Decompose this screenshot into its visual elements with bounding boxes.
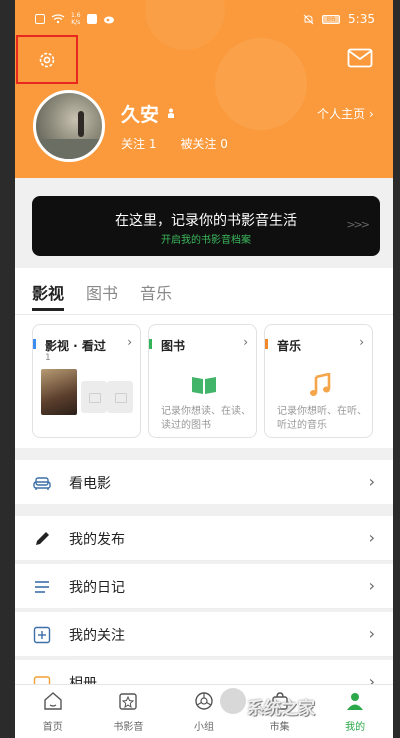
divider [69,560,393,561]
nav-label: 我的 [345,722,366,733]
status-bar: 1.6 K/s 86 5:35 [15,0,393,36]
star-box-icon [119,693,138,710]
divider [69,656,393,657]
card-description: 记录你想听、在听、听过的音乐 [277,406,367,431]
plus-box-icon [33,626,51,644]
profile-header: 1.6 K/s 86 5:35 久安 个人主页 › 关注 1 被关注 0 [15,0,393,178]
list-item-label: 我的日记 [69,580,125,596]
card-count: 1 [45,353,51,363]
sim-icon [35,14,45,24]
placeholder-icon [107,381,133,413]
following-count[interactable]: 关注 1 [121,135,156,152]
battery-icon: 86 [322,14,341,24]
banner-arrows: >>> [346,218,370,231]
messages-button[interactable] [345,45,375,71]
tab-indicator [32,308,64,311]
card-title: 影视 · 看过 [45,339,106,353]
username: 久安 [121,104,160,126]
card-books[interactable]: 图书 › 记录你想读、在读、读过的图书 [148,324,257,438]
chevron-right-icon: › [368,528,375,547]
list-item-my-posts[interactable]: 我的发布 › [15,516,393,560]
group-icon [195,692,213,710]
tab-movies[interactable]: 影视 [32,280,64,304]
movie-poster[interactable] [41,369,77,415]
list-item-my-diary[interactable]: 我的日记 › [15,564,393,608]
chevron-right-icon: › [368,624,375,643]
banner-subtitle: 开启我的书影音档案 [161,235,251,246]
nav-media[interactable]: 书影音 [91,685,167,738]
accent-bar [149,339,152,349]
bottom-nav: 首页 书影音 小组 市集 我的 [15,684,393,738]
network-speed: 1.6 K/s [71,12,81,26]
nav-home[interactable]: 首页 [15,685,91,738]
nav-label: 书影音 [113,722,144,733]
settings-button[interactable] [16,35,78,84]
homepage-link[interactable]: 个人主页 › [317,105,374,122]
list-item-label: 看电影 [69,476,111,492]
watermark-text: 系统之家 [247,699,315,719]
media-tabs: 影视 图书 音乐 [32,280,172,304]
card-description: 记录你想读、在读、读过的图书 [161,406,251,431]
chevron-right-icon: › [127,335,132,349]
lines-icon [35,581,49,593]
header-decor [215,38,307,130]
chevron-right-icon: › [368,472,375,491]
tab-music[interactable]: 音乐 [140,280,172,304]
sofa-icon [33,477,51,490]
media-cards: 影视 · 看过 › 1 图书 › 记录你想读、在读、读过的图书 音乐 › 记录你… [32,324,373,438]
card-music[interactable]: 音乐 › 记录你想听、在听、听过的音乐 [264,324,373,438]
placeholder-icon [81,381,107,413]
divider [69,608,393,609]
gear-icon [39,52,55,67]
watermark-logo [220,688,246,714]
mail-icon [347,48,373,68]
chevron-right-icon: › [369,106,374,121]
divider [15,314,393,315]
chevron-right-icon: › [368,576,375,595]
card-title: 图书 [161,339,186,353]
home-icon [44,692,62,710]
card-title: 音乐 [277,339,302,353]
mute-icon [303,14,314,24]
follow-stats: 关注 1 被关注 0 [121,135,228,152]
chevron-right-icon: › [359,335,364,349]
nav-label: 小组 [193,722,214,733]
list-item-label: 我的关注 [69,628,125,644]
avatar[interactable] [33,90,105,162]
wifi-icon [51,14,65,24]
tab-books[interactable]: 图书 [86,280,118,304]
music-note-icon [310,373,331,396]
accent-bar [33,339,36,349]
person-icon [168,108,174,118]
card-movies-watched[interactable]: 影视 · 看过 › 1 [32,324,141,438]
accent-bar [265,339,268,349]
list-item-my-follows[interactable]: 我的关注 › [15,612,393,656]
pen-icon [36,532,49,545]
weibo-icon [103,16,114,24]
media-section: 影视 图书 音乐 影视 · 看过 › 1 图书 › 记录你想读、在读、读过的图书… [15,268,393,448]
chevron-right-icon: › [243,335,248,349]
notification-icon [86,14,97,24]
list-item-watch-movies[interactable]: 看电影 › [15,460,393,504]
banner-title: 在这里，记录你的书影音生活 [115,213,297,229]
archive-banner[interactable]: 在这里，记录你的书影音生活 开启我的书影音档案 >>> [32,196,380,256]
clock: 5:35 [348,12,375,26]
phone-screen: 1.6 K/s 86 5:35 久安 个人主页 › 关注 1 被关注 0 在这里… [15,0,393,738]
list-item-label: 我的发布 [69,532,125,548]
profile-icon [347,693,364,710]
nav-profile[interactable]: 我的 [317,685,393,738]
nav-label: 首页 [42,722,63,733]
homepage-label: 个人主页 [317,107,366,121]
followers-count[interactable]: 被关注 0 [180,135,227,152]
nav-label: 市集 [269,722,290,733]
book-icon [192,377,216,394]
